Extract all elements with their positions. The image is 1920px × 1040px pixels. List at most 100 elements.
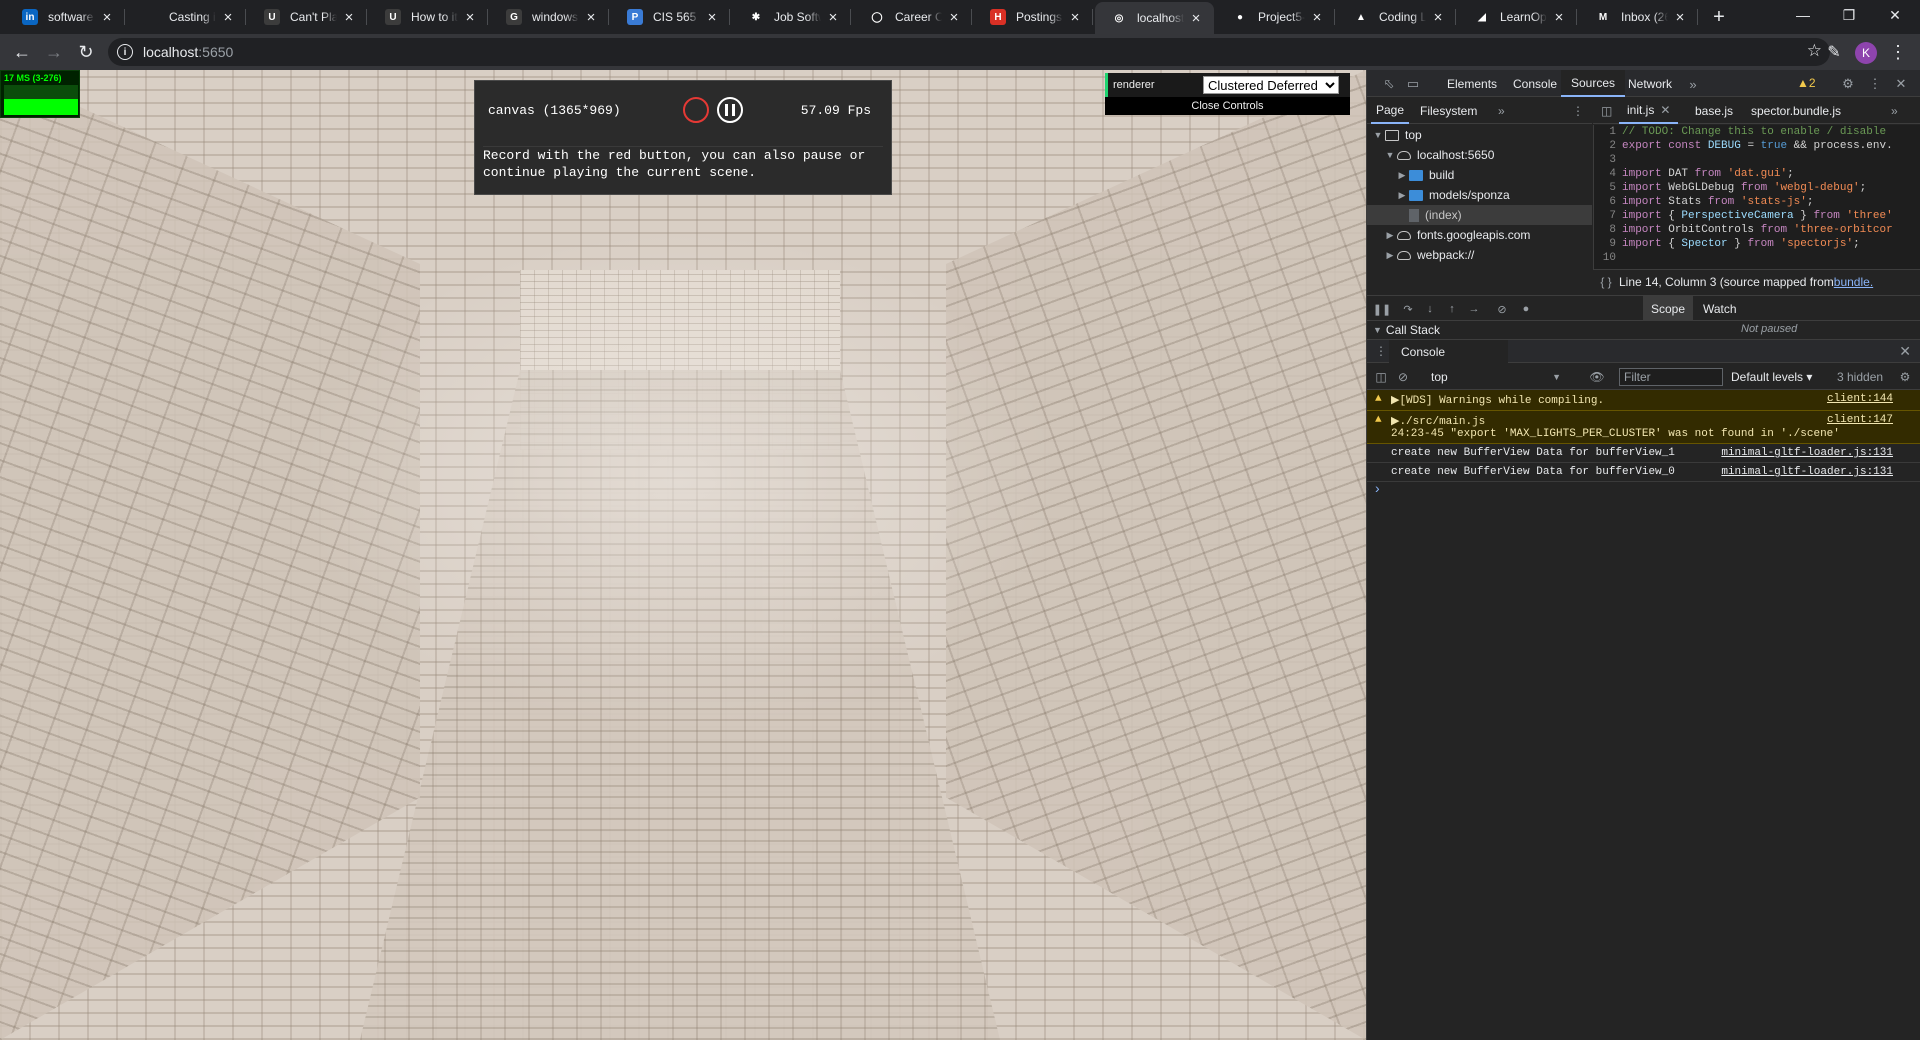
more-navigator-icon[interactable]: »	[1493, 98, 1510, 124]
forward-button[interactable]: →	[40, 38, 68, 66]
tree-item[interactable]: ▶ build	[1367, 165, 1592, 185]
console-source-link[interactable]: minimal-gltf-loader.js:131	[1721, 447, 1893, 459]
tab-sources[interactable]: Sources	[1561, 70, 1626, 97]
toggle-navigator-icon[interactable]: ◫	[1593, 98, 1620, 124]
console-source-link[interactable]: minimal-gltf-loader.js:131	[1721, 466, 1893, 478]
line-number[interactable]: 3	[1594, 153, 1622, 167]
browser-tab[interactable]: in software e ×	[6, 0, 125, 34]
tab-elements[interactable]: Elements	[1437, 70, 1507, 97]
minimize-button[interactable]: —	[1780, 0, 1826, 30]
warning-count-badge[interactable]: ▲2	[1797, 76, 1816, 90]
tab-scope[interactable]: Scope	[1643, 296, 1694, 321]
address-bar[interactable]: i localhost:5650 ☆	[108, 38, 1830, 66]
extensions-icon[interactable]: ✎	[1820, 38, 1848, 66]
tab-watch[interactable]: Watch	[1695, 296, 1745, 321]
info-icon[interactable]: i	[117, 44, 133, 60]
code-editor[interactable]: 1// TODO: Change this to enable / disabl…	[1593, 125, 1920, 269]
close-tab-icon[interactable]: ×	[946, 9, 962, 26]
more-tabs-icon[interactable]: »	[1685, 76, 1701, 92]
console-source-link[interactable]: client:147	[1827, 414, 1893, 426]
close-tab-icon[interactable]: ×	[1672, 9, 1688, 26]
source-map-link[interactable]: bundle.	[1834, 275, 1873, 289]
tab-network[interactable]: Network	[1618, 70, 1682, 97]
close-tab-icon[interactable]: ×	[99, 9, 115, 26]
close-tab-icon[interactable]: ×	[220, 9, 236, 26]
editor-tab-spector-bundle[interactable]: spector.bundle.js	[1743, 98, 1849, 124]
browser-tab[interactable]: Casting in ×	[127, 0, 246, 34]
pause-on-exceptions-icon[interactable]: ●	[1517, 300, 1535, 318]
console-message[interactable]: ▲ ▶[WDS] Warnings while compiling. client:…	[1367, 390, 1920, 411]
close-tab-icon[interactable]: ×	[1067, 9, 1083, 26]
browser-tab[interactable]: M Inbox (26) ×	[1579, 0, 1698, 34]
browser-tab[interactable]: Gwindows n ×	[490, 0, 609, 34]
chevron-down-icon[interactable]: ▼	[1373, 130, 1383, 140]
more-editor-tabs-icon[interactable]: »	[1883, 98, 1906, 124]
console-filter-input[interactable]	[1619, 368, 1723, 386]
tree-item[interactable]: ▶ webpack://	[1367, 245, 1592, 265]
stats-panel[interactable]: 17 MS (3-276)	[0, 70, 80, 118]
console-sidebar-icon[interactable]: ◫	[1373, 369, 1389, 385]
clear-console-icon[interactable]: ⊘	[1395, 369, 1411, 385]
close-tab-icon[interactable]: ×	[1551, 9, 1567, 26]
close-devtools-icon[interactable]: ✕	[1893, 76, 1909, 92]
browser-tab[interactable]: H Postings | ×	[974, 0, 1093, 34]
line-number[interactable]: 5	[1594, 181, 1622, 195]
pause-script-icon[interactable]: ❚❚	[1373, 300, 1391, 318]
tree-item[interactable]: ▶ fonts.googleapis.com	[1367, 225, 1592, 245]
tree-item[interactable]: (index)	[1367, 205, 1592, 225]
close-tab-icon[interactable]: ×	[704, 9, 720, 26]
close-drawer-icon[interactable]: ✕	[1899, 343, 1911, 360]
tab-console[interactable]: Console	[1503, 70, 1567, 97]
close-tab-icon[interactable]: ×	[1430, 9, 1446, 26]
console-message[interactable]: create new BufferView Data for bufferVie…	[1367, 463, 1920, 482]
context-select[interactable]: top ▼	[1431, 368, 1565, 386]
call-stack-header[interactable]: ▼ Call Stack	[1367, 321, 1641, 339]
editor-tab-base-js[interactable]: base.js	[1687, 98, 1741, 124]
step-icon[interactable]: →	[1465, 300, 1483, 318]
browser-menu-icon[interactable]: ⋮	[1884, 38, 1912, 66]
step-out-icon[interactable]: ↑	[1443, 300, 1461, 318]
device-toolbar-icon[interactable]: ▭	[1405, 76, 1421, 92]
console-settings-icon[interactable]: ⚙	[1897, 369, 1913, 385]
browser-tab[interactable]: ◎ localhost:5 ×	[1095, 2, 1214, 34]
console-message[interactable]: create new BufferView Data for bufferVie…	[1367, 444, 1920, 463]
close-tab-icon[interactable]: ×	[1188, 10, 1204, 27]
tree-item[interactable]: ▶ models/sponza	[1367, 185, 1592, 205]
console-message[interactable]: ▲ ▶./src/main.js 24:23-45 "export 'MAX_LI…	[1367, 411, 1920, 444]
chevron-down-icon[interactable]: ▼	[1385, 150, 1395, 160]
close-tab-icon[interactable]: ×	[341, 9, 357, 26]
browser-tab[interactable]: U How to ite ×	[369, 0, 488, 34]
close-tab-icon[interactable]: ×	[825, 9, 841, 26]
line-number[interactable]: 4	[1594, 167, 1622, 181]
browser-tab[interactable]: ● Project5-V ×	[1216, 0, 1335, 34]
tab-page[interactable]: Page	[1371, 98, 1410, 124]
tree-item[interactable]: ▼ localhost:5650	[1367, 145, 1592, 165]
browser-tab[interactable]: P CIS 565 (2 ×	[611, 0, 730, 34]
line-number[interactable]: 7	[1594, 209, 1622, 223]
close-controls-button[interactable]: Close Controls	[1105, 97, 1350, 115]
editor-tab-init-js[interactable]: init.js ✕	[1619, 98, 1679, 124]
back-button[interactable]: ←	[8, 38, 36, 66]
tree-item[interactable]: ▼ top	[1367, 125, 1592, 145]
close-tab-icon[interactable]: ✕	[1660, 103, 1670, 117]
pretty-print-icon[interactable]: { }	[1593, 275, 1619, 289]
chevron-right-icon[interactable]: ▶	[1397, 190, 1407, 201]
webgl-canvas[interactable]	[0, 70, 1366, 1040]
chevron-right-icon[interactable]: ▶	[1385, 230, 1395, 241]
line-number[interactable]: 8	[1594, 223, 1622, 237]
inspect-element-icon[interactable]: ⬁	[1381, 76, 1397, 92]
browser-tab[interactable]: ▲ Coding La ×	[1337, 0, 1456, 34]
browser-tab[interactable]: ✱ Job Softw ×	[732, 0, 851, 34]
line-number[interactable]: 10	[1594, 251, 1622, 265]
profile-avatar[interactable]: K	[1855, 42, 1877, 64]
chevron-right-icon[interactable]: ▶	[1385, 250, 1395, 261]
drawer-menu-icon[interactable]: ⋮	[1375, 344, 1387, 358]
log-levels-dropdown[interactable]: Default levels ▾	[1731, 370, 1812, 384]
reload-button[interactable]: ↻	[72, 38, 100, 66]
step-over-icon[interactable]: ↷	[1399, 300, 1417, 318]
devtools-menu-icon[interactable]: ⋮	[1867, 76, 1883, 92]
settings-gear-icon[interactable]: ⚙	[1840, 76, 1856, 92]
step-into-icon[interactable]: ↓	[1421, 300, 1439, 318]
close-tab-icon[interactable]: ×	[1309, 9, 1325, 26]
browser-tab[interactable]: U Can't Play ×	[248, 0, 367, 34]
